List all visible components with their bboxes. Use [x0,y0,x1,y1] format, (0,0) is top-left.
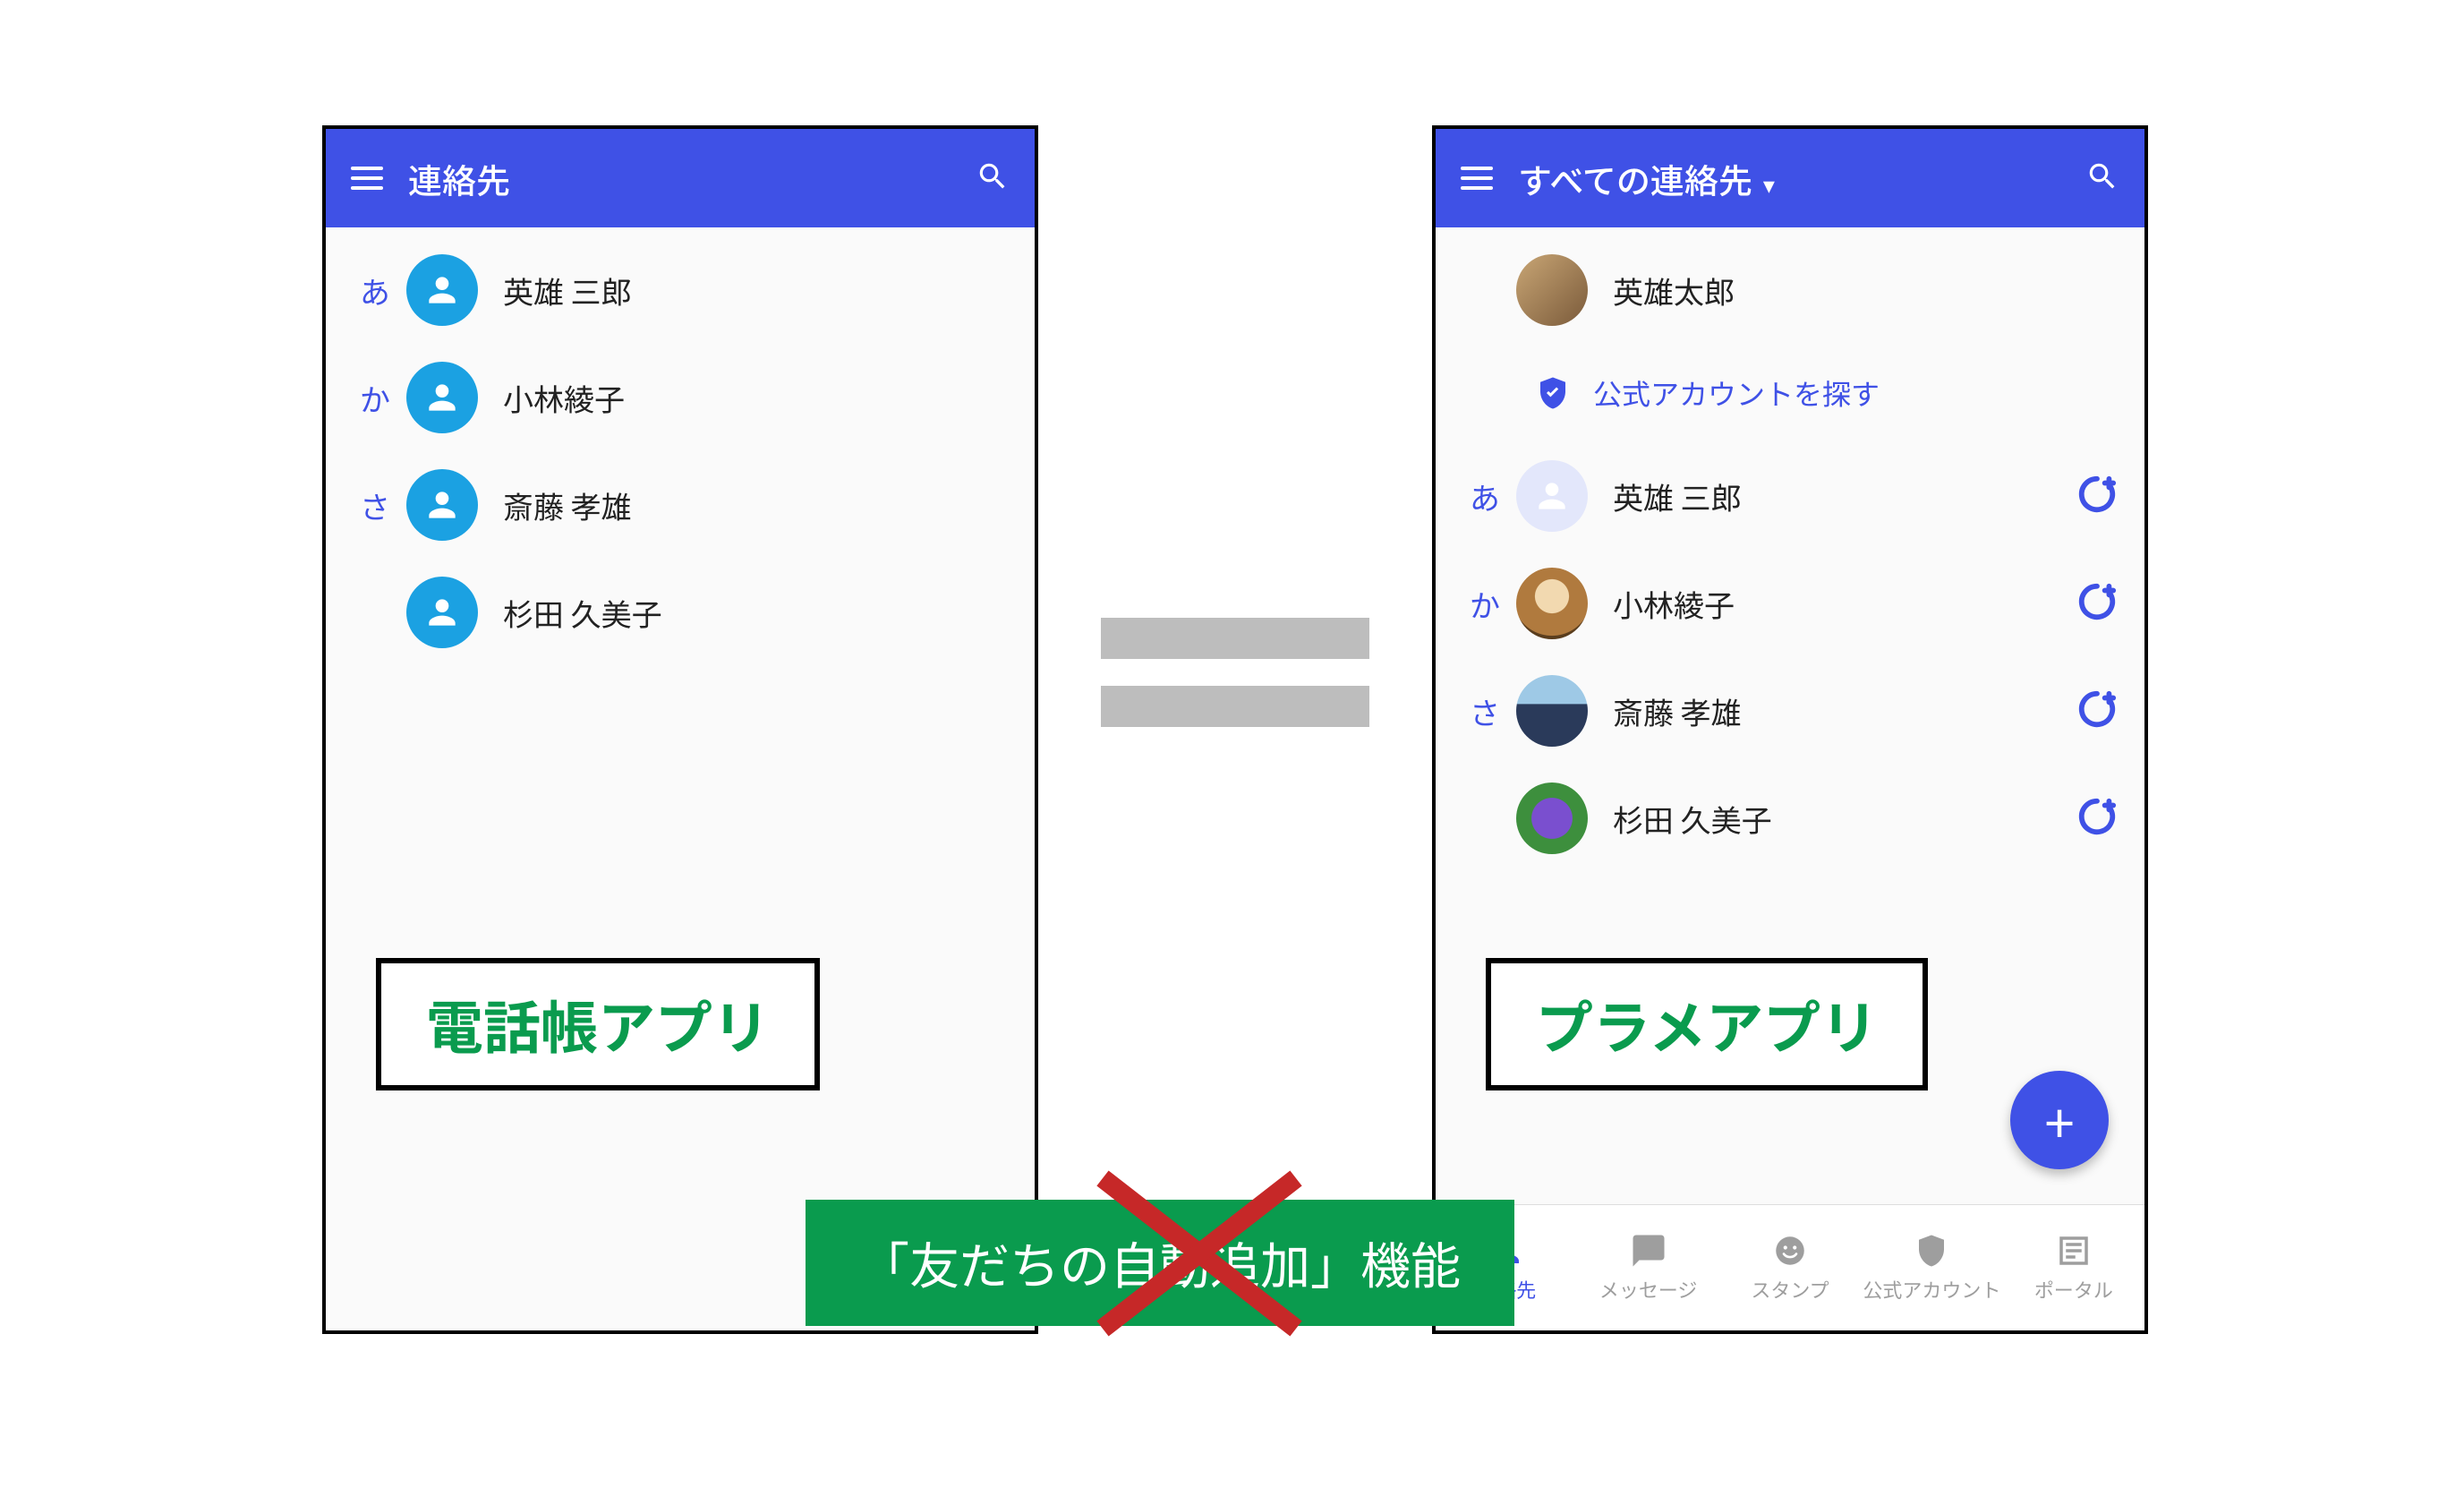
contact-row[interactable]: か 小林綾子 [326,344,1035,451]
avatar-photo [1516,568,1588,639]
contact-name: 英雄 三郎 [503,269,632,312]
find-official-label: 公式アカウントを探す [1593,372,1880,414]
section-index: さ [1454,689,1516,733]
profile-name: 英雄太郎 [1613,269,1735,312]
nav-label: ポータル [2034,1275,2113,1304]
nav-portal[interactable]: ポータル [2003,1205,2144,1330]
section-index: か [344,376,406,420]
message-icon [1630,1232,1667,1270]
hamburger-icon[interactable] [351,167,383,190]
avatar-photo [1516,675,1588,747]
contact-row[interactable]: さ 斎藤 孝雄 [326,451,1035,559]
contact-name: 英雄 三郎 [1613,475,1742,518]
my-profile-row[interactable]: 英雄太郎 [1436,236,2144,344]
contact-name: 小林綾子 [1613,582,1735,626]
nav-messages[interactable]: メッセージ [1577,1205,1718,1330]
contact-row[interactable]: あ 英雄 三郎 [1436,442,2144,550]
contact-row[interactable]: 杉田 久美子 [326,559,1035,666]
avatar-placeholder-icon [1516,460,1588,532]
plusmessage-app-screenshot: すべての連絡先▾ 英雄太郎 公式アカウントを探す あ 英雄 三郎 [1432,125,2148,1334]
hamburger-icon[interactable] [1461,167,1493,190]
feature-banner: 「友だちの自動追加」機能 [806,1200,1514,1326]
search-icon[interactable] [976,159,1010,198]
avatar-icon [406,362,478,433]
add-friend-icon[interactable] [2076,581,2118,627]
search-icon[interactable] [2085,159,2119,198]
avatar-icon [406,254,478,326]
caption-phonebook: 電話帳アプリ [376,958,820,1090]
contact-name: 杉田 久美子 [503,591,662,635]
contacts-list: あ 英雄 三郎 か 小林綾子 さ 斎藤 孝雄 杉田 久美子 [326,227,1035,675]
add-friend-icon[interactable] [2076,796,2118,842]
comparison-graphic: 連絡先 あ 英雄 三郎 か 小林綾子 さ 斎藤 孝雄 [0,0,2464,1488]
nav-official[interactable]: 公式アカウント [1861,1205,2002,1330]
contact-row[interactable]: さ 斎藤 孝雄 [1436,657,2144,765]
add-friend-icon[interactable] [2076,474,2118,519]
find-official-accounts[interactable]: 公式アカウントを探す [1436,344,2144,442]
shield-icon [1913,1232,1950,1270]
equals-sign [1101,618,1369,727]
appbar-title-dropdown[interactable]: すべての連絡先▾ [1518,154,2060,203]
avatar-icon [406,469,478,541]
nav-label: 公式アカウント [1863,1275,2000,1304]
avatar-photo [1516,254,1588,326]
avatar-photo [1516,782,1588,854]
bottom-navigation: 連絡先 メッセージ スタンプ 公式アカウント ポータル [1436,1204,2144,1330]
caption-plusmessage: プラメアプリ [1486,958,1928,1090]
section-index: さ [344,483,406,527]
portal-icon [2055,1232,2093,1270]
section-index: あ [344,269,406,312]
section-index: か [1454,582,1516,626]
add-friend-icon[interactable] [2076,688,2118,734]
contacts-list: 英雄太郎 公式アカウントを探す あ 英雄 三郎 か 小林綾子 さ [1436,227,2144,881]
appbar: 連絡先 [326,129,1035,227]
appbar-title: 連絡先 [408,154,951,203]
nav-label: スタンプ [1751,1275,1829,1304]
nav-label: メッセージ [1599,1275,1698,1304]
section-index: あ [1454,475,1516,518]
contact-name: 斎藤 孝雄 [503,483,632,527]
contact-row[interactable]: 杉田 久美子 [1436,765,2144,872]
contact-name: 斎藤 孝雄 [1613,689,1742,733]
chevron-down-icon: ▾ [1763,167,1775,201]
avatar-icon [406,577,478,648]
contact-name: 小林綾子 [503,376,625,420]
nav-stamps[interactable]: スタンプ [1719,1205,1861,1330]
contact-name: 杉田 久美子 [1613,797,1772,841]
smile-icon [1771,1232,1809,1270]
contact-row[interactable]: あ 英雄 三郎 [326,236,1035,344]
shield-check-icon [1534,374,1572,412]
fab-new[interactable]: + [2010,1071,2109,1169]
phonebook-app-screenshot: 連絡先 あ 英雄 三郎 か 小林綾子 さ 斎藤 孝雄 [322,125,1038,1334]
contact-row[interactable]: か 小林綾子 [1436,550,2144,657]
appbar: すべての連絡先▾ [1436,129,2144,227]
